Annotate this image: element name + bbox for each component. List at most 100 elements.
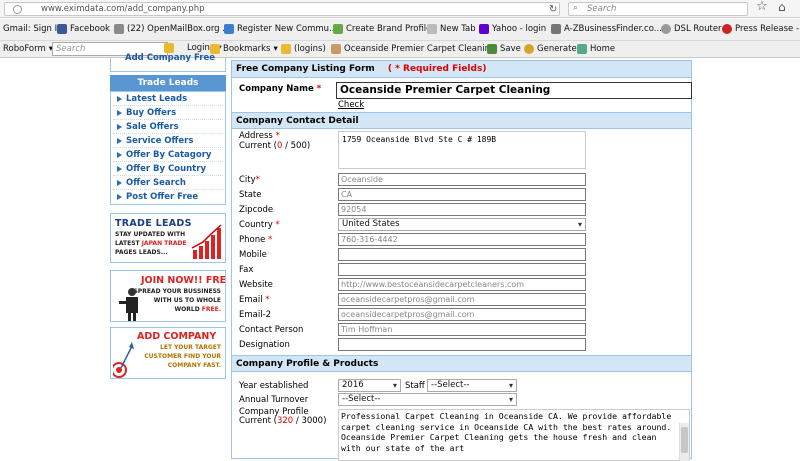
phone-input[interactable]: 760-316-4442 xyxy=(338,233,586,246)
add-company-banner[interactable]: ADD COMPANY LET YOUR TARGET CUSTOMER FIN… xyxy=(110,327,226,379)
staff-select[interactable]: --Select-- xyxy=(427,379,517,392)
roboform-item-label: Bookmarks xyxy=(223,44,271,54)
bookmark-new-tab[interactable]: New Tab xyxy=(427,24,476,34)
address-label: Address * xyxy=(239,131,280,141)
email-input[interactable]: oceansidecarpetpros@gmail.com xyxy=(338,293,586,306)
site-icon xyxy=(333,24,343,34)
banner-line: LET YOUR TARGET xyxy=(160,344,221,351)
chevron-down-icon: ▾ xyxy=(273,44,278,54)
counter-max: / 500) xyxy=(285,141,311,151)
banner-line: WORLD FREE. xyxy=(175,306,221,313)
menu-post-offer-free[interactable]: Post Offer Free xyxy=(113,191,223,204)
join-now-banner[interactable]: JOIN NOW!! FREE SPREAD YOUR BUSSINESS WI… xyxy=(110,270,226,322)
bookmark-brand-profile[interactable]: Create Brand Profile xyxy=(333,24,431,34)
counter-value: 320 xyxy=(276,416,294,426)
menu-offer-by-catagory[interactable]: Offer By Catagory xyxy=(113,149,223,162)
scrollbar-thumb[interactable] xyxy=(681,427,688,453)
globe-icon xyxy=(661,24,671,34)
banner-title: ADD COMPANY xyxy=(137,331,217,342)
bookmark-openmailbox[interactable]: (22) OpenMailBox.org ... xyxy=(114,24,230,34)
state-input[interactable]: CA xyxy=(338,188,586,201)
fax-label: Fax xyxy=(239,265,254,275)
label-text: Company Name xyxy=(239,84,314,94)
bookmark-register[interactable]: Register New Commu... xyxy=(224,24,337,34)
bookmark-label: Press Release - C xyxy=(735,24,800,34)
bookmark-gmail[interactable]: Gmail: Sign In xyxy=(3,24,63,34)
reload-icon[interactable]: ↻ xyxy=(549,4,557,15)
roboform-home[interactable]: Home xyxy=(577,44,615,54)
check-link[interactable]: Check xyxy=(338,100,364,110)
roboform-item-label: Logins xyxy=(187,43,215,53)
address-counter: Current (0 / 500) xyxy=(239,141,310,151)
mobile-input[interactable] xyxy=(338,248,586,261)
roboform-save[interactable]: Save xyxy=(487,44,521,54)
counter-label: Current ( xyxy=(239,416,277,426)
roboform-bookmarks[interactable]: Bookmarks ▾ xyxy=(210,44,278,54)
browser-search-input[interactable]: ⌕ Search xyxy=(568,2,748,16)
designation-input[interactable] xyxy=(338,338,586,351)
address-textarea[interactable]: 1759 Oceanside Blvd Ste C # 189B xyxy=(338,131,586,169)
company-profile-counter: Current (320 / 3000) xyxy=(239,416,326,426)
email2-input[interactable]: oceansidecarpetpros@gmail.com xyxy=(338,308,586,321)
facebook-icon xyxy=(57,24,67,34)
city-input[interactable]: Oceanside xyxy=(338,173,586,186)
menu-service-offers[interactable]: Service Offers xyxy=(113,135,223,148)
bookmark-press-release[interactable]: Press Release - C xyxy=(722,24,800,34)
menu-offer-search[interactable]: Offer Search xyxy=(113,177,223,190)
bookmark-facebook[interactable]: Facebook xyxy=(57,24,110,34)
trade-leads-banner[interactable]: TRADE LEADS STAY UPDATED WITH LATEST JAP… xyxy=(110,213,226,263)
annual-turnover-select[interactable]: --Select-- xyxy=(338,393,517,406)
roboform-generate[interactable]: Generate xyxy=(524,44,577,54)
menu-offer-by-country[interactable]: Offer By Country xyxy=(113,163,223,176)
roboform-menu[interactable]: RoboForm ▾ xyxy=(3,44,53,54)
roboform-label: RoboForm xyxy=(3,44,46,54)
contact-section-header: Company Contact Detail xyxy=(232,112,691,129)
roboform-logins-paren[interactable]: (logins) xyxy=(281,44,326,54)
menu-latest-leads[interactable]: Latest Leads xyxy=(113,93,223,106)
company-listing-form: Free Company Listing Form ( * Required F… xyxy=(231,60,692,461)
banner-line: LATEST JAPAN TRADE xyxy=(115,240,187,247)
phone-label: Phone * xyxy=(239,235,272,245)
country-select[interactable]: United States xyxy=(338,218,586,231)
contact-person-input[interactable]: Tim Hoffman xyxy=(338,323,586,336)
bookmark-label: Create Brand Profile xyxy=(346,24,432,34)
company-profile-textarea[interactable]: Professional Carpet Cleaning in Oceansid… xyxy=(338,409,690,461)
banner-line: CUSTOMER FIND YOUR xyxy=(144,353,221,360)
mail-icon xyxy=(114,24,124,34)
form-title: Free Company Listing Form xyxy=(236,64,375,74)
banner-line-part: JAPAN TRADE xyxy=(141,240,187,247)
bookmark-dsl-router[interactable]: DSL Router xyxy=(661,24,722,34)
bookmark-label: Gmail: Sign In xyxy=(3,24,63,34)
designation-label: Designation xyxy=(239,340,290,350)
bookmark-yahoo[interactable]: Yahoo - login xyxy=(479,24,546,34)
banner-line: STAY UPDATED WITH xyxy=(115,231,186,238)
menu-buy-offers[interactable]: Buy Offers xyxy=(113,107,223,120)
bar-chart-graphic xyxy=(191,224,222,259)
roboform-item-label: Home xyxy=(590,44,616,54)
profile-section-header: Company Profile & Products xyxy=(232,355,691,372)
required-mark: * xyxy=(265,295,270,305)
banner-line-part: LATEST xyxy=(115,240,140,247)
year-established-select[interactable]: 2016 xyxy=(338,379,401,392)
bookmark-star-icon[interactable]: ☆ xyxy=(756,0,768,14)
address-bar[interactable]: www.eximdata.com/add_company.php ↻ xyxy=(4,2,560,16)
yahoo-icon xyxy=(479,24,489,34)
key-icon xyxy=(164,43,174,53)
fax-input[interactable] xyxy=(338,263,586,276)
trade-leads-menu: Latest Leads Buy Offers Sale Offers Serv… xyxy=(110,91,226,205)
home-icon[interactable]: ⌂ xyxy=(778,0,786,14)
website-input[interactable]: http://www.bestoceansidecarpetcleaners.c… xyxy=(338,278,586,291)
textarea-scrollbar[interactable] xyxy=(679,423,689,461)
state-label: State xyxy=(239,190,262,200)
label-text: Address xyxy=(239,131,273,141)
add-company-free-link-box[interactable]: Add Company Free xyxy=(110,53,226,72)
zipcode-input[interactable]: 92054 xyxy=(338,203,586,216)
menu-sale-offers[interactable]: Sale Offers xyxy=(113,121,223,134)
bookmark-azbusiness[interactable]: A-ZBusinessFinder.co... xyxy=(551,24,662,34)
page-icon xyxy=(427,24,437,34)
label-text: Email xyxy=(239,295,263,305)
site-icon xyxy=(722,24,732,34)
roboform-passcard[interactable]: Oceanside Premier Carpet Cleaning xyxy=(331,44,495,54)
add-company-free-link[interactable]: Add Company Free xyxy=(125,53,215,63)
company-name-input[interactable]: Oceanside Premier Carpet Cleaning xyxy=(336,82,692,99)
